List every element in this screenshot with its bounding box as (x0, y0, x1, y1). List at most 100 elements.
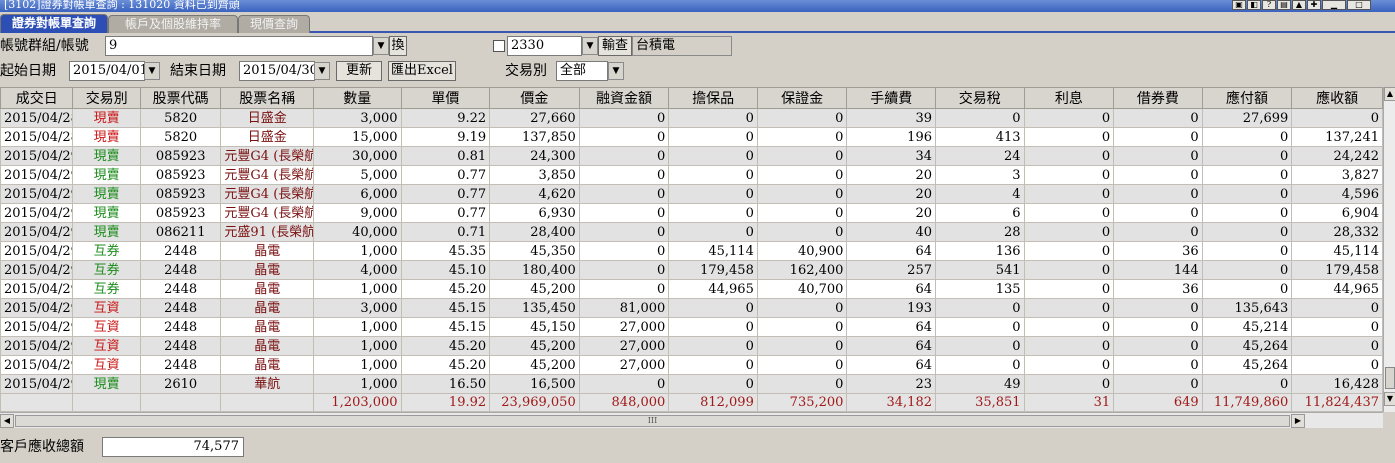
column-header[interactable]: 利息 (1023, 87, 1115, 109)
cell-margin: 0 (578, 203, 670, 223)
export-excel-button[interactable]: 匯出Excel (388, 61, 456, 81)
cell-amount: 45,350 (489, 241, 580, 261)
scroll-right-icon[interactable]: ▶ (1291, 414, 1305, 428)
cell-amount: 45,200 (489, 355, 580, 375)
column-header[interactable]: 價金 (489, 87, 580, 109)
table-row[interactable]: 2015/04/29 現賣 085923 元豐G4 (長榮航 5,000 0.77 3,85… (0, 165, 1383, 185)
table-row[interactable]: 2015/04/29 現賣 085923 元豐G4 (長榮航 30,000 0.81 24,… (0, 146, 1383, 166)
total-type (72, 393, 141, 412)
scroll-up-icon[interactable]: ▲ (1384, 87, 1395, 101)
cell-receivable: 16,428 (1291, 374, 1383, 394)
start-date-dropdown-icon[interactable]: ▼ (144, 62, 160, 80)
tab-maintenance-ratio[interactable]: 帳戶及個股維持率 (108, 15, 238, 33)
total-receivable-value: 74,577 (102, 437, 244, 457)
tab-statement-query[interactable]: 證券對帳單查詢 (0, 14, 108, 33)
cell-date: 2015/04/29 (0, 298, 74, 318)
cell-price: 9.19 (400, 127, 491, 147)
column-header[interactable]: 單價 (400, 87, 491, 109)
start-date-input[interactable]: 2015/04/01 (69, 61, 145, 81)
table-row[interactable]: 2015/04/29 互券 2448 晶電 1,000 45.35 45,350 0 45,11… (0, 241, 1383, 261)
trade-type-select[interactable]: 全部 (556, 61, 608, 81)
column-header[interactable]: 數量 (313, 87, 402, 109)
scroll-left-icon[interactable]: ◀ (0, 414, 14, 428)
cell-collateral: 0 (668, 336, 758, 356)
cell-receivable: 24,242 (1291, 146, 1383, 166)
cell-lend-fee: 0 (1113, 165, 1203, 185)
table-row[interactable]: 2015/04/28 現賣 5820 日盛金 3,000 9.22 27,660 0 0 0 39 0… (0, 108, 1383, 128)
switch-button[interactable]: 換 (389, 36, 407, 56)
filter-row-dates: 起始日期 2015/04/01 ▼ 結束日期 2015/04/30 ▼ 更新 匯… (0, 61, 1395, 83)
cell-qty: 1,000 (313, 241, 402, 261)
column-header[interactable]: 手續費 (846, 87, 936, 109)
column-header[interactable]: 交易別 (72, 87, 141, 109)
table-row[interactable]: 2015/04/29 互券 2448 晶電 1,000 45.20 45,200 0 44,96… (0, 279, 1383, 299)
cell-lend-fee: 0 (1113, 222, 1203, 242)
account-input[interactable]: 9 (105, 36, 373, 56)
column-header[interactable]: 保證金 (756, 87, 848, 109)
refresh-button[interactable]: 更新 (336, 61, 382, 81)
vertical-scrollbar[interactable]: ▲ ▼ (1383, 87, 1395, 412)
dock-icon[interactable]: ✚ (1307, 0, 1321, 10)
cell-code: 085923 (139, 146, 222, 166)
scroll-down-icon[interactable]: ▼ (1384, 392, 1395, 406)
cell-payable: 0 (1201, 127, 1293, 147)
trade-type-dropdown-icon[interactable]: ▼ (608, 62, 624, 80)
cell-collateral: 0 (668, 108, 758, 128)
column-header[interactable]: 成交日 (0, 87, 74, 109)
column-header[interactable]: 股票名稱 (220, 87, 315, 109)
cell-name: 華航 (220, 374, 315, 394)
end-date-dropdown-icon[interactable]: ▼ (314, 62, 330, 80)
table-row[interactable]: 2015/04/29 現賣 085923 元豐G4 (長榮航 6,000 0.77 4,62… (0, 184, 1383, 204)
stock-code-dropdown-icon[interactable]: ▼ (582, 37, 598, 55)
table-row[interactable]: 2015/04/29 現賣 086211 元盛91 (長榮航 40,000 0.71 28,… (0, 222, 1383, 242)
end-date-input[interactable]: 2015/04/30 (239, 61, 315, 81)
column-header[interactable]: 擔保品 (668, 87, 758, 109)
vertical-scroll-thumb[interactable] (1385, 367, 1395, 389)
print-icon[interactable]: ▤ (1277, 0, 1291, 10)
column-header[interactable]: 交易稅 (935, 87, 1025, 109)
cell-price: 0.71 (400, 222, 491, 242)
table-row[interactable]: 2015/04/29 現賣 2610 華航 1,000 16.50 16,500 0 0 0 23 4… (0, 374, 1383, 394)
column-header[interactable]: 借券費 (1113, 87, 1203, 109)
table-row[interactable]: 2015/04/29 互資 2448 晶電 1,000 45.15 45,150 27,000… (0, 317, 1383, 337)
table-row[interactable]: 2015/04/29 互資 2448 晶電 1,000 45.20 45,200 27,000… (0, 355, 1383, 375)
cell-lend-fee: 0 (1113, 336, 1203, 356)
cell-qty: 9,000 (313, 203, 402, 223)
cell-price: 45.15 (400, 298, 491, 318)
cell-qty: 30,000 (313, 146, 402, 166)
column-header[interactable]: 應收額 (1291, 87, 1383, 109)
stock-code-input[interactable]: 2330 (507, 36, 582, 56)
cell-fee: 64 (846, 336, 936, 356)
horizontal-scrollbar[interactable]: ◀ III ▶ (0, 412, 1383, 428)
link-icon[interactable]: ◧ (1247, 0, 1261, 10)
stock-filter-checkbox[interactable] (493, 40, 505, 52)
cell-lend-fee: 0 (1113, 374, 1203, 394)
cell-tax: 24 (935, 146, 1025, 166)
cell-name: 元豐G4 (長榮航 (220, 184, 315, 204)
query-button[interactable]: 輸查 (598, 36, 632, 56)
tab-price-query[interactable]: 現價查詢 (238, 15, 310, 33)
column-header[interactable]: 股票代碼 (139, 87, 222, 109)
table-row[interactable]: 2015/04/28 現賣 5820 日盛金 15,000 9.19 137,850 0 0 0 1… (0, 127, 1383, 147)
column-header[interactable]: 融資金額 (578, 87, 670, 109)
table-row[interactable]: 2015/04/29 互資 2448 晶電 3,000 45.15 135,450 81,00… (0, 298, 1383, 318)
horizontal-scroll-thumb[interactable]: III (15, 415, 1290, 427)
cell-receivable: 6,904 (1291, 203, 1383, 223)
minimize-icon[interactable]: ▁ (1322, 0, 1346, 10)
cell-payable: 0 (1201, 241, 1293, 261)
account-dropdown-icon[interactable]: ▼ (373, 37, 389, 55)
cell-amount: 45,200 (489, 279, 580, 299)
layout-icon[interactable]: ▣ (1232, 0, 1246, 10)
cell-price: 0.77 (400, 203, 491, 223)
table-row[interactable]: 2015/04/29 現賣 085923 元豐G4 (長榮航 9,000 0.77 6,93… (0, 203, 1383, 223)
pin-icon[interactable]: ▲ (1292, 0, 1306, 10)
cell-interest: 0 (1023, 336, 1115, 356)
table-row[interactable]: 2015/04/29 互資 2448 晶電 1,000 45.20 45,200 27,000… (0, 336, 1383, 356)
maximize-icon[interactable]: □ (1347, 0, 1371, 10)
table-row[interactable]: 2015/04/29 互券 2448 晶電 4,000 45.10 180,400 0 179,… (0, 260, 1383, 280)
cell-deposit: 0 (756, 203, 848, 223)
help-icon[interactable]: ? (1262, 0, 1276, 10)
cell-lend-fee: 36 (1113, 279, 1203, 299)
column-header[interactable]: 應付額 (1201, 87, 1293, 109)
cell-code: 086211 (139, 222, 222, 242)
